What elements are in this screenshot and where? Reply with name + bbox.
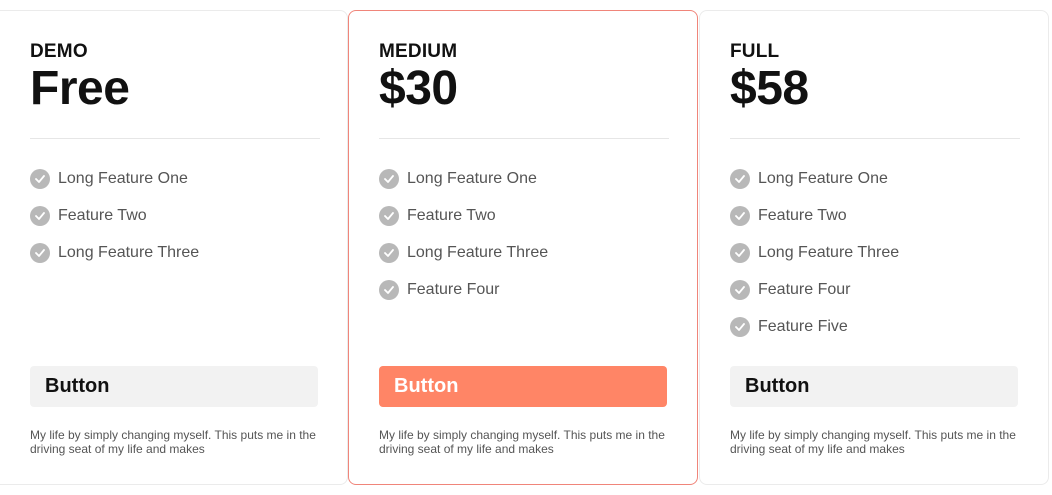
- check-circle-icon: [730, 169, 750, 189]
- feature-label: Feature Two: [58, 207, 147, 224]
- pricing-card-medium: MEDIUM $30 Long Feature One Feature Two …: [348, 10, 698, 485]
- feature-item: Feature Four: [730, 271, 899, 309]
- plan-price: $30: [379, 62, 458, 115]
- feature-label: Feature Four: [758, 281, 851, 298]
- feature-item: Long Feature Three: [30, 234, 199, 272]
- feature-label: Feature Two: [758, 207, 847, 224]
- check-circle-icon: [379, 206, 399, 226]
- divider: [379, 138, 669, 139]
- feature-item: Feature Four: [379, 271, 548, 309]
- feature-item: Long Feature Three: [730, 234, 899, 272]
- plan-button[interactable]: Button: [379, 366, 667, 407]
- feature-item: Feature Two: [30, 197, 199, 235]
- plan-price: Free: [30, 62, 130, 115]
- check-circle-icon: [730, 317, 750, 337]
- check-circle-icon: [30, 206, 50, 226]
- feature-label: Long Feature One: [407, 170, 537, 187]
- feature-list: Long Feature One Feature Two Long Featur…: [730, 161, 899, 346]
- feature-item: Long Feature One: [730, 160, 899, 198]
- feature-list: Long Feature One Feature Two Long Featur…: [379, 161, 548, 309]
- check-circle-icon: [379, 243, 399, 263]
- feature-label: Long Feature Three: [407, 244, 549, 261]
- plan-name: FULL: [730, 41, 780, 62]
- plan-price: $58: [730, 62, 809, 115]
- plan-description: My life by simply changing myself. This …: [730, 428, 1016, 456]
- feature-label: Long Feature Three: [58, 244, 200, 261]
- check-circle-icon: [30, 169, 50, 189]
- feature-label: Long Feature Three: [758, 244, 900, 261]
- feature-label: Long Feature One: [758, 170, 888, 187]
- pricing-card-full: FULL $58 Long Feature One Feature Two Lo…: [699, 10, 1049, 485]
- check-circle-icon: [379, 169, 399, 189]
- check-circle-icon: [730, 243, 750, 263]
- plan-button[interactable]: Button: [30, 366, 318, 407]
- divider: [30, 138, 320, 139]
- plan-name: DEMO: [30, 41, 88, 62]
- feature-item: Feature Two: [379, 197, 548, 235]
- plan-description: My life by simply changing myself. This …: [379, 428, 665, 456]
- feature-label: Feature Two: [407, 207, 496, 224]
- divider: [730, 138, 1020, 139]
- plan-description: My life by simply changing myself. This …: [30, 428, 316, 456]
- pricing-card-demo: DEMO Free Long Feature One Feature Two L…: [0, 10, 348, 485]
- check-circle-icon: [730, 206, 750, 226]
- feature-list: Long Feature One Feature Two Long Featur…: [30, 161, 199, 272]
- check-circle-icon: [730, 280, 750, 300]
- feature-item: Long Feature One: [379, 160, 548, 198]
- check-circle-icon: [379, 280, 399, 300]
- feature-label: Feature Four: [407, 281, 500, 298]
- plan-name: MEDIUM: [379, 41, 458, 62]
- feature-label: Long Feature One: [58, 170, 188, 187]
- feature-item: Long Feature One: [30, 160, 199, 198]
- plan-button[interactable]: Button: [730, 366, 1018, 407]
- feature-label: Feature Five: [758, 318, 848, 335]
- feature-item: Feature Two: [730, 197, 899, 235]
- check-circle-icon: [30, 243, 50, 263]
- feature-item: Feature Five: [730, 308, 899, 346]
- feature-item: Long Feature Three: [379, 234, 548, 272]
